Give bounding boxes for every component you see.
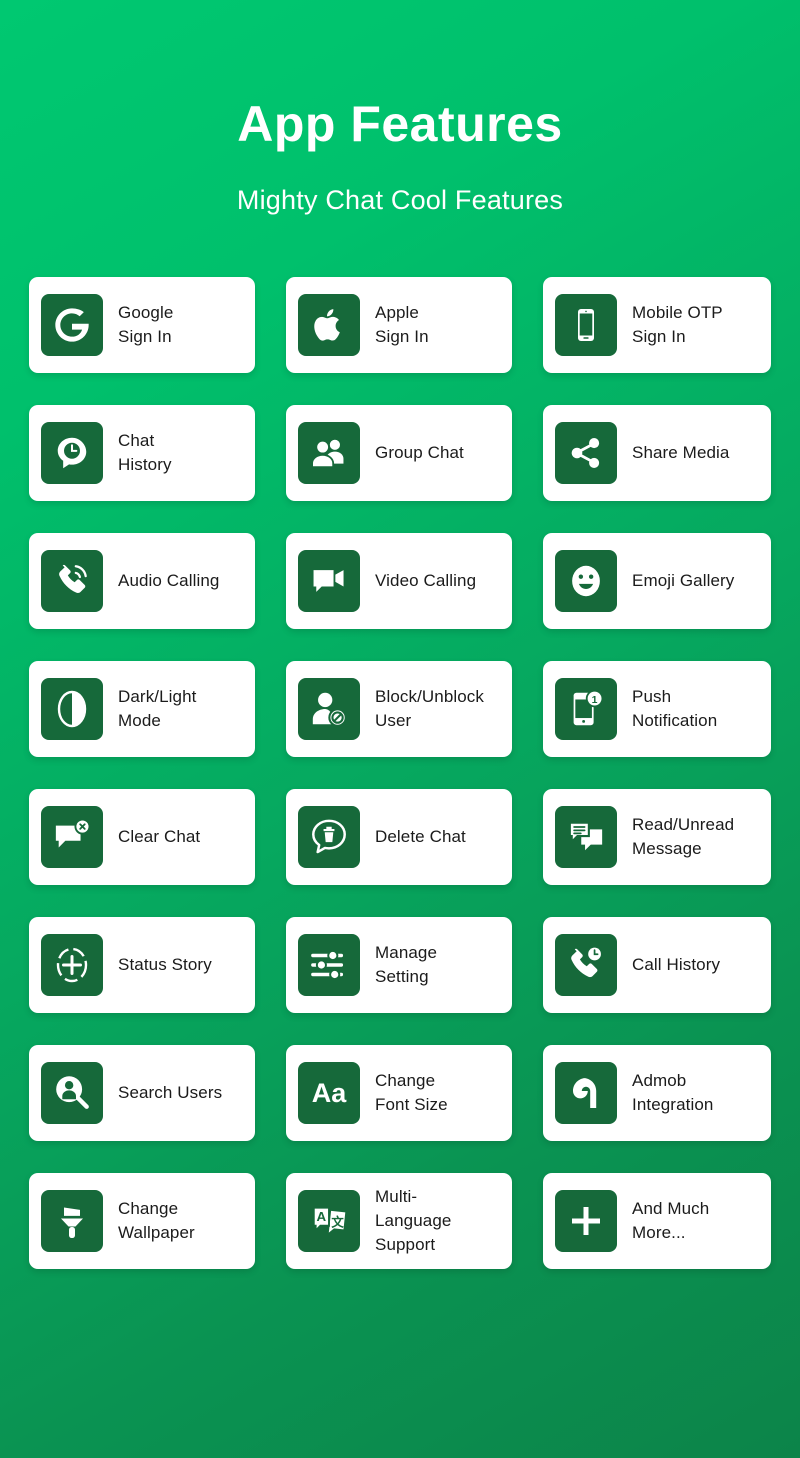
feature-row: Clear Chat Delete Chat Read/Unread Messag… <box>0 789 800 885</box>
feature-card-clear-chat[interactable]: Clear Chat <box>29 789 255 885</box>
feature-label: Delete Chat <box>375 826 466 846</box>
feature-label: Video Calling <box>375 570 477 590</box>
svg-text:1: 1 <box>592 695 598 706</box>
feature-card-status-story[interactable]: Status Story <box>29 917 255 1013</box>
svg-text:Aa: Aa <box>312 1078 347 1108</box>
feature-card-manage-setting[interactable]: Manage Setting <box>286 917 512 1013</box>
paint-brush-icon <box>41 1190 103 1252</box>
feature-card-google-sign-in[interactable]: Google Sign In <box>29 277 255 373</box>
feature-row: Chat History Group Chat Share Media <box>0 405 800 501</box>
feature-card-admob-integration[interactable]: Admob Integration <box>543 1045 771 1141</box>
feature-card-dark-light-mode[interactable]: Dark/Light Mode <box>29 661 255 757</box>
feature-row: Status Story Manage Setting Call History <box>0 917 800 1013</box>
translate-icon: A文 <box>298 1190 360 1252</box>
apple-icon <box>298 294 360 356</box>
feature-label: Multi- Language Support <box>375 1186 452 1255</box>
call-history-icon <box>555 934 617 996</box>
mobile-phone-icon <box>555 294 617 356</box>
share-nodes-icon <box>555 422 617 484</box>
feature-label: Search Users <box>118 1082 223 1102</box>
feature-label: Change Wallpaper <box>118 1198 195 1242</box>
feature-card-call-history[interactable]: Call History <box>543 917 771 1013</box>
google-icon <box>41 294 103 356</box>
search-user-icon <box>41 1062 103 1124</box>
feature-card-change-font-size[interactable]: Aa Change Font Size <box>286 1045 512 1141</box>
phone-call-icon <box>41 550 103 612</box>
feature-card-chat-history[interactable]: Chat History <box>29 405 255 501</box>
chat-trash-icon <box>298 806 360 868</box>
feature-row: Dark/Light Mode Block/Unblock User 1 Push N… <box>0 661 800 757</box>
feature-label: Block/Unblock User <box>375 686 485 730</box>
feature-label: Emoji Gallery <box>632 570 735 590</box>
feature-card-mobile-otp-sign-in[interactable]: Mobile OTP Sign In <box>543 277 771 373</box>
feature-label: Admob Integration <box>632 1070 714 1114</box>
feature-label: Share Media <box>632 442 730 462</box>
feature-card-change-wallpaper[interactable]: Change Wallpaper <box>29 1173 255 1269</box>
feature-card-multi-language-support[interactable]: A文 Multi- Language Support <box>286 1173 512 1269</box>
feature-card-delete-chat[interactable]: Delete Chat <box>286 789 512 885</box>
feature-card-push-notification[interactable]: 1 Push Notification <box>543 661 771 757</box>
feature-label: Read/Unread Message <box>632 814 735 858</box>
feature-label: Manage Setting <box>375 942 438 986</box>
feature-grid: Google Sign In Apple Sign In Mobile OTP Sig… <box>0 277 800 1301</box>
feature-label: Clear Chat <box>118 826 201 846</box>
video-camera-icon <box>298 550 360 612</box>
feature-card-read-unread-message[interactable]: Read/Unread Message <box>543 789 771 885</box>
feature-label: Call History <box>632 954 721 974</box>
feature-label: Chat History <box>118 430 172 474</box>
svg-text:A: A <box>317 1209 327 1224</box>
feature-card-block-unblock-user[interactable]: Block/Unblock User <box>286 661 512 757</box>
feature-label: Apple Sign In <box>375 302 429 346</box>
push-notification-icon: 1 <box>555 678 617 740</box>
feature-label: Dark/Light Mode <box>118 686 197 730</box>
feature-card-and-much-more[interactable]: And Much More... <box>543 1173 771 1269</box>
feature-card-apple-sign-in[interactable]: Apple Sign In <box>286 277 512 373</box>
feature-card-video-calling[interactable]: Video Calling <box>286 533 512 629</box>
page-header: App Features Mighty Chat Cool Features <box>0 0 800 216</box>
app-features-page: App Features Mighty Chat Cool Features G… <box>0 0 800 1458</box>
feature-label: Push Notification <box>632 686 718 730</box>
feature-row: Search Users Aa Change Font Size Admob Int… <box>0 1045 800 1141</box>
feature-card-group-chat[interactable]: Group Chat <box>286 405 512 501</box>
feature-card-emoji-gallery[interactable]: Emoji Gallery <box>543 533 771 629</box>
feature-row: Change Wallpaper A文 Multi- Language Support… <box>0 1173 800 1269</box>
feature-label: Audio Calling <box>118 570 220 590</box>
plus-icon <box>555 1190 617 1252</box>
chat-clear-icon <box>41 806 103 868</box>
svg-text:文: 文 <box>331 1215 344 1230</box>
user-block-icon <box>298 678 360 740</box>
chat-history-icon <box>41 422 103 484</box>
feature-label: Change Font Size <box>375 1070 448 1114</box>
status-plus-circle-icon <box>41 934 103 996</box>
feature-label: Mobile OTP Sign In <box>632 302 723 346</box>
feature-label: Status Story <box>118 954 212 974</box>
feature-label: Group Chat <box>375 442 464 462</box>
feature-row: Google Sign In Apple Sign In Mobile OTP Sig… <box>0 277 800 373</box>
feature-card-search-users[interactable]: Search Users <box>29 1045 255 1141</box>
group-people-icon <box>298 422 360 484</box>
feature-card-share-media[interactable]: Share Media <box>543 405 771 501</box>
read-message-icon <box>555 806 617 868</box>
page-title: App Features <box>237 96 563 152</box>
smiley-face-icon <box>555 550 617 612</box>
font-size-aa-icon: Aa <box>298 1062 360 1124</box>
feature-label: Google Sign In <box>118 302 174 346</box>
feature-label: And Much More... <box>632 1198 710 1242</box>
contrast-circle-icon <box>41 678 103 740</box>
page-subtitle: Mighty Chat Cool Features <box>236 184 564 215</box>
feature-card-audio-calling[interactable]: Audio Calling <box>29 533 255 629</box>
feature-row: Audio Calling Video Calling Emoji Galler… <box>0 533 800 629</box>
admob-icon <box>555 1062 617 1124</box>
sliders-settings-icon <box>298 934 360 996</box>
